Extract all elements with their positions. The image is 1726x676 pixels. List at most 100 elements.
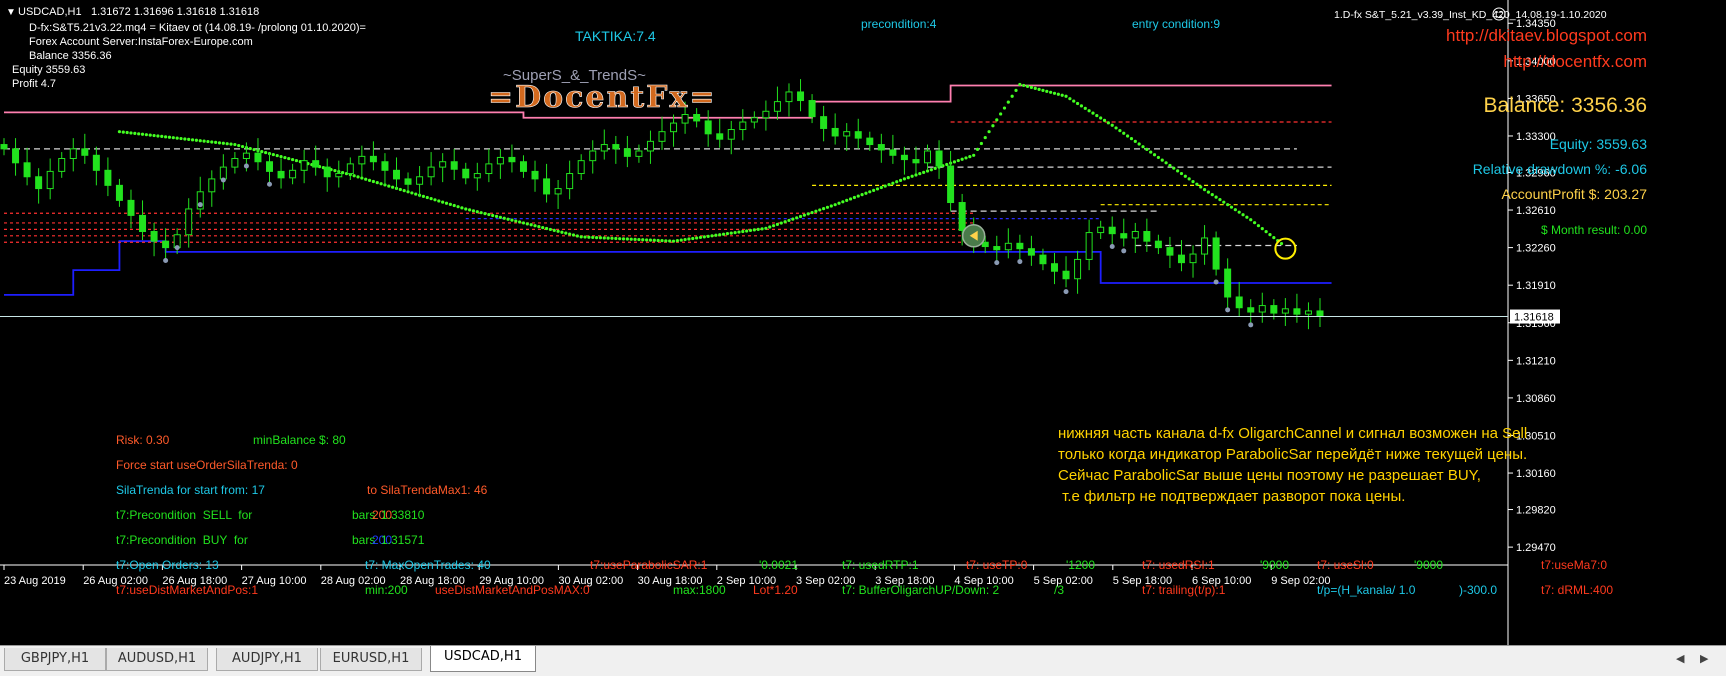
sar-dot <box>206 139 210 144</box>
sar-dot <box>775 222 780 226</box>
sar-dot <box>1210 193 1214 197</box>
fractal-dot <box>163 257 169 263</box>
sar-dot <box>1002 106 1007 110</box>
sar-dot <box>1033 86 1037 90</box>
sar-dot <box>729 231 733 235</box>
stat-balance: Balance: 3356.36 <box>1484 94 1647 117</box>
sar-dot <box>294 158 299 163</box>
sar-dot <box>648 238 653 242</box>
candle-body <box>392 169 400 180</box>
sar-dot <box>706 234 710 238</box>
param-label: Force start useOrderSilaTrenda: 0 <box>116 458 298 472</box>
sar-dot <box>187 137 191 142</box>
tab-usdcad[interactable]: USDCAD,H1 <box>430 646 536 672</box>
param-label: '9000 <box>1260 558 1289 572</box>
candle-body <box>496 156 504 165</box>
candle-body <box>104 169 112 186</box>
sar-dot <box>464 207 468 211</box>
link-docentfx[interactable]: http://docentfx.com <box>1503 52 1647 71</box>
sar-dot <box>217 141 222 145</box>
sar-dot <box>240 144 245 149</box>
sar-dot <box>768 225 772 229</box>
sar-dot <box>629 237 633 241</box>
link-dkitaev[interactable]: http://dkitaev.blogspot.com <box>1446 26 1647 45</box>
sar-dot <box>421 194 426 198</box>
candle-body <box>1004 242 1012 251</box>
sar-dot <box>1133 139 1137 143</box>
y-tick-label: 1.31910 <box>1516 280 1556 292</box>
tab-audusd[interactable]: AUDUSD,H1 <box>106 648 208 671</box>
sar-dot <box>695 236 699 240</box>
sar-dot <box>441 200 445 204</box>
param-label: t7: useTP:0 <box>966 558 1028 572</box>
tab-scroll-left-icon[interactable]: ◀ <box>1676 652 1684 665</box>
candle-body <box>935 150 943 167</box>
sar-dot <box>129 131 133 135</box>
tab-gbpjpy[interactable]: GBPJPY,H1 <box>4 648 106 671</box>
sar-dot <box>879 185 883 190</box>
sar-dot <box>537 225 541 229</box>
candle-body <box>577 160 585 175</box>
sar-dot <box>1102 118 1107 123</box>
sar-dot <box>1206 190 1211 194</box>
candle-body <box>81 148 89 156</box>
candle-body <box>115 184 123 201</box>
sar-dot <box>117 130 122 134</box>
sar-dot <box>391 185 395 189</box>
sar-dot <box>148 133 152 137</box>
sar-dot <box>452 203 456 208</box>
candle-body <box>508 156 516 163</box>
candle-body <box>843 131 851 137</box>
comment-line: только когда индикатор ParabolicSar пере… <box>1058 446 1527 463</box>
candle-body <box>623 148 631 157</box>
stat-drawdown: Relative drawdown %: -6.06 <box>1473 161 1648 177</box>
candle-body <box>1085 232 1093 260</box>
candle-body <box>739 121 747 131</box>
candle-body <box>727 129 735 140</box>
candle-body <box>866 137 874 146</box>
candle-body <box>1166 247 1174 256</box>
chart-svg[interactable]: 1.343501.340001.336501.333001.329601.326… <box>0 0 1726 645</box>
param-label: t7: usedRTP:1 <box>842 558 919 572</box>
sar-dot <box>814 209 818 213</box>
candle-body <box>1074 258 1082 280</box>
tab-audjpy[interactable]: AUDJPY,H1 <box>216 648 318 671</box>
sar-dot <box>852 195 856 200</box>
sar-dot <box>987 130 991 134</box>
tab-scroll-right-icon[interactable]: ▶ <box>1700 652 1708 665</box>
candle-body <box>1154 240 1162 249</box>
param-label: t7: trailing(t/p):1 <box>1142 583 1226 597</box>
candle-body <box>358 155 366 165</box>
candle-body <box>242 152 250 160</box>
fractal-dot <box>1121 248 1127 254</box>
sar-dot <box>156 134 160 138</box>
sar-dot <box>895 180 899 184</box>
sar-dot <box>456 205 460 209</box>
candle-body <box>450 161 458 170</box>
sar-dot <box>144 133 148 137</box>
sar-dot <box>818 208 822 212</box>
tab-eurusd[interactable]: EURUSD,H1 <box>320 648 422 671</box>
sar-dot <box>1079 104 1084 108</box>
candle-body <box>600 144 608 152</box>
channel-lower-line <box>4 240 1332 296</box>
sar-dot <box>1264 230 1268 234</box>
candle-body <box>127 199 135 216</box>
sar-dot <box>983 135 987 140</box>
sar-dot <box>252 147 256 152</box>
sar-dot <box>637 237 641 242</box>
stat-month-result: $ Month result: 0.00 <box>1541 223 1647 237</box>
param-label: t7:Precondition SELL for <box>116 508 252 522</box>
candle-body <box>750 117 758 123</box>
candle-body <box>346 163 354 175</box>
sar-dot <box>664 239 668 243</box>
sar-dot <box>1233 208 1237 212</box>
chart-area[interactable]: 1.34350 1.34000 1.33650 1.33300 1.32960 1.326… <box>0 0 1726 645</box>
sar-dot <box>587 235 591 239</box>
param-label: SilaTrenda for start from: 17 <box>116 483 265 497</box>
sar-dot <box>598 236 603 240</box>
sar-dot <box>1202 188 1207 192</box>
sar-dot <box>956 158 960 163</box>
sar-dot <box>791 217 795 221</box>
chevron-down-icon[interactable]: ▼ <box>6 7 16 18</box>
